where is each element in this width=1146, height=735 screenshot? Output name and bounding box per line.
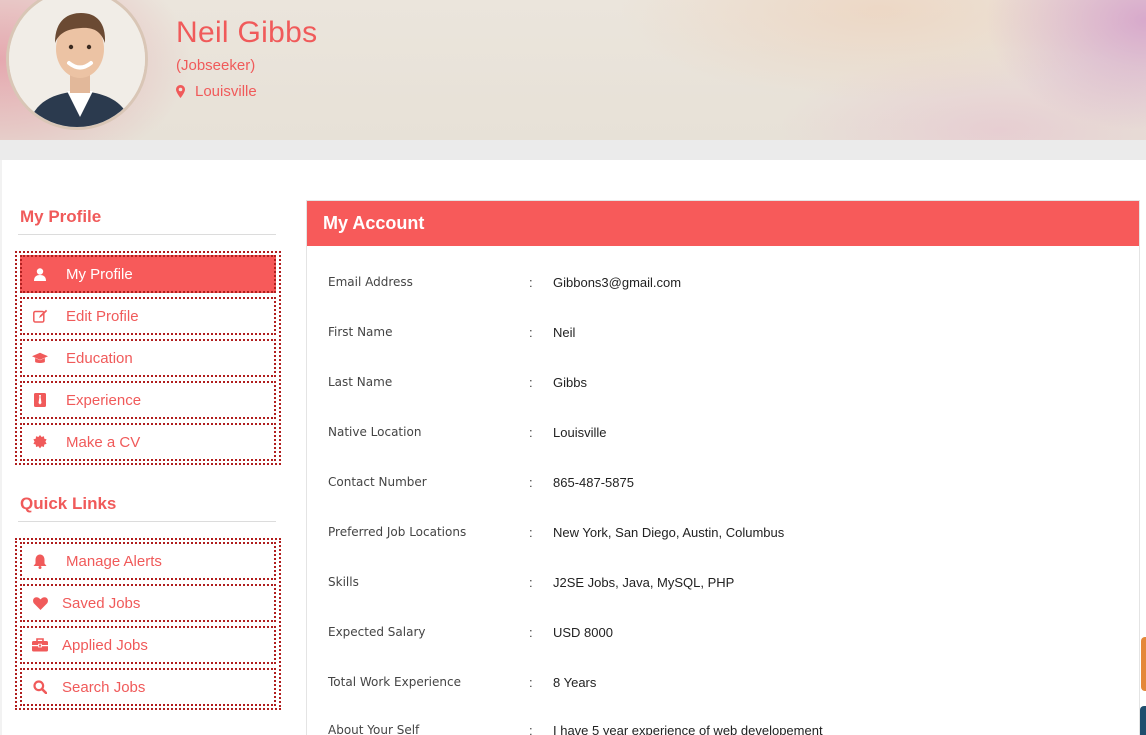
quick-links-menu: Manage Alerts Saved Jobs Applied Jobs Se… [15, 538, 281, 710]
side-widget-tab[interactable] [1141, 637, 1146, 691]
heart-icon [32, 595, 48, 611]
field-separator: : [529, 675, 533, 690]
account-row-first-name: First Name : Neil [307, 325, 1139, 345]
field-separator: : [529, 425, 533, 440]
field-value: Louisville [553, 425, 607, 440]
field-separator: : [529, 575, 533, 590]
field-separator: : [529, 275, 533, 290]
profile-location: Louisville [176, 83, 257, 100]
field-label: About Your Self [328, 723, 420, 735]
sidebar-item-experience[interactable]: Experience [20, 381, 276, 419]
field-label: Contact Number [328, 475, 427, 489]
field-label: Expected Salary [328, 625, 426, 639]
my-profile-heading: My Profile [20, 207, 102, 226]
heading-divider [18, 521, 276, 522]
account-row-skills: Skills : J2SE Jobs, Java, MySQL, PHP [307, 575, 1139, 595]
account-row-expected-salary: Expected Salary : USD 8000 [307, 625, 1139, 645]
edit-icon [32, 308, 48, 324]
field-value: Gibbs [553, 375, 587, 390]
sidebar-item-label: Search Jobs [62, 678, 146, 696]
sidebar-item-my-profile[interactable]: My Profile [20, 255, 276, 293]
search-icon [32, 679, 48, 695]
profile-name: Neil Gibbs [176, 16, 318, 49]
field-separator: : [529, 375, 533, 390]
field-separator: : [529, 723, 533, 735]
field-value: New York, San Diego, Austin, Columbus [553, 525, 785, 540]
sidebar-item-education[interactable]: Education [20, 339, 276, 377]
sidebar-item-manage-alerts[interactable]: Manage Alerts [20, 542, 276, 580]
field-value: 8 Years [553, 675, 597, 690]
field-label: Native Location [328, 425, 422, 439]
field-separator: : [529, 325, 533, 340]
field-value: J2SE Jobs, Java, MySQL, PHP [553, 575, 735, 590]
sidebar-item-label: Experience [66, 391, 142, 409]
briefcase-icon [32, 637, 48, 653]
account-row-about: About Your Self : I have 5 year experien… [307, 723, 1139, 735]
sidebar-item-search-jobs[interactable]: Search Jobs [20, 668, 276, 706]
account-row-email: Email Address : Gibbons3@gmail.com [307, 275, 1139, 295]
sidebar-item-make-a-cv[interactable]: Make a CV [20, 423, 276, 461]
profile-banner: Neil Gibbs (Jobseeker) Louisville [0, 0, 1146, 140]
field-label: Last Name [328, 375, 393, 389]
avatar [6, 0, 148, 130]
graduation-cap-icon [32, 350, 48, 366]
account-row-contact-number: Contact Number : 865-487-5875 [307, 475, 1139, 495]
account-panel-title: My Account [307, 201, 1139, 246]
side-widget-tab[interactable] [1140, 706, 1146, 735]
profile-role: (Jobseeker) [176, 57, 256, 74]
field-separator: : [529, 525, 533, 540]
field-value: 865-487-5875 [553, 475, 634, 490]
map-marker-icon [176, 85, 185, 98]
field-label: Email Address [328, 275, 413, 289]
user-icon [32, 266, 48, 282]
field-label: Preferred Job Locations [328, 525, 467, 539]
certificate-icon [32, 434, 48, 450]
field-value: Neil [553, 325, 576, 340]
sidebar-item-edit-profile[interactable]: Edit Profile [20, 297, 276, 335]
sidebar-item-label: Saved Jobs [62, 594, 141, 612]
sidebar-item-label: Education [66, 349, 133, 367]
profile-location-text: Louisville [195, 83, 257, 100]
main-content: My Profile My Profile Edit Profile Educa… [2, 160, 1146, 735]
sidebar-item-label: Applied Jobs [62, 636, 148, 654]
field-value: USD 8000 [553, 625, 613, 640]
account-row-work-experience: Total Work Experience : 8 Years [307, 675, 1139, 695]
field-value: I have 5 year experience of web develope… [553, 723, 823, 735]
field-label: Skills [328, 575, 359, 589]
sidebar-item-applied-jobs[interactable]: Applied Jobs [20, 626, 276, 664]
field-separator: : [529, 625, 533, 640]
account-row-last-name: Last Name : Gibbs [307, 375, 1139, 395]
field-label: First Name [328, 325, 393, 339]
field-label: Total Work Experience [328, 675, 461, 689]
field-value: Gibbons3@gmail.com [553, 275, 682, 290]
sidebar-item-label: My Profile [66, 265, 133, 283]
account-panel: My Account Email Address : Gibbons3@gmai… [306, 200, 1140, 735]
heading-divider [18, 234, 276, 235]
field-separator: : [529, 475, 533, 490]
profile-menu: My Profile Edit Profile Education Experi… [15, 251, 281, 465]
tie-icon [32, 392, 48, 408]
banner-divider [0, 140, 1146, 160]
sidebar-item-saved-jobs[interactable]: Saved Jobs [20, 584, 276, 622]
sidebar-item-label: Make a CV [66, 433, 141, 451]
bell-icon [32, 553, 48, 569]
sidebar-item-label: Manage Alerts [66, 552, 162, 570]
sidebar-item-label: Edit Profile [66, 307, 139, 325]
quick-links-heading: Quick Links [20, 494, 117, 513]
account-row-native-location: Native Location : Louisville [307, 425, 1139, 445]
account-row-preferred-locations: Preferred Job Locations : New York, San … [307, 525, 1139, 545]
